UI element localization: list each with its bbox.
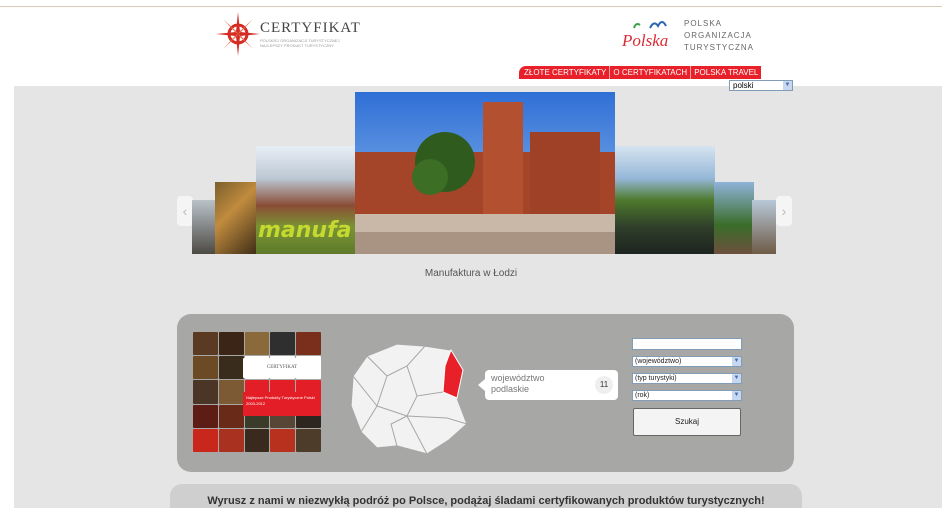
thumb bbox=[218, 380, 244, 404]
thumb-red-card: Najlepsze Produkty Turystyczne Polski 20… bbox=[243, 392, 321, 416]
carousel-photo[interactable] bbox=[752, 200, 776, 254]
carousel-photo[interactable] bbox=[714, 182, 754, 254]
thumb bbox=[218, 356, 244, 380]
carousel-photo[interactable] bbox=[215, 182, 259, 254]
thumb bbox=[218, 332, 244, 356]
region-select-value: (województwo) bbox=[635, 358, 682, 365]
carousel-prev-button[interactable]: ‹ bbox=[177, 196, 193, 226]
thumb bbox=[244, 428, 270, 452]
region-count-badge: 11 bbox=[595, 376, 613, 394]
search-button[interactable]: Szukaj bbox=[633, 408, 741, 436]
thumb bbox=[218, 428, 244, 452]
search-text-input[interactable] bbox=[632, 338, 742, 350]
region-select[interactable]: (województwo) ▼ bbox=[632, 356, 742, 367]
thumb bbox=[193, 332, 218, 356]
product-thumbnail-grid[interactable]: CERTYFIKAT Najlepsze Produkty Turystyczn… bbox=[193, 332, 321, 452]
search-form: (województwo) ▼ (typ turystyki) ▼ (rok) … bbox=[632, 338, 742, 436]
language-select-value: polski bbox=[733, 81, 754, 90]
year-select-value: (rok) bbox=[635, 392, 650, 399]
region-tooltip: województwo podlaskie 11 bbox=[478, 370, 618, 400]
carousel-photo-manufaktura-banner[interactable]: manufa bbox=[256, 146, 356, 254]
tourism-type-select[interactable]: (typ turystyki) ▼ bbox=[632, 373, 742, 384]
region-name-line: województwo bbox=[491, 373, 545, 383]
thumb bbox=[270, 332, 296, 356]
region-name: województwo podlaskie bbox=[491, 373, 545, 395]
manufaktura-photo bbox=[355, 92, 615, 254]
thumb bbox=[193, 380, 218, 404]
carousel-next-button[interactable]: › bbox=[776, 196, 792, 226]
thumb bbox=[218, 404, 244, 428]
thumb bbox=[296, 428, 321, 452]
carousel-caption: Manufaktura w Łodzi bbox=[424, 268, 518, 279]
search-panel: CERTYFIKAT Najlepsze Produkty Turystyczn… bbox=[177, 314, 794, 472]
thumb bbox=[193, 428, 218, 452]
chevron-down-icon: ▼ bbox=[732, 391, 741, 400]
chevron-down-icon: ▼ bbox=[732, 357, 741, 366]
thumb bbox=[244, 332, 270, 356]
thumb bbox=[193, 404, 218, 428]
language-select[interactable]: polski ▼ bbox=[729, 80, 793, 91]
manufa-sign: manufa bbox=[258, 218, 352, 243]
tagline: Wyrusz z nami w niezwykłą podróż po Pols… bbox=[170, 484, 802, 508]
thumb bbox=[270, 428, 296, 452]
chevron-down-icon: ▼ bbox=[783, 81, 792, 90]
photo-carousel: ‹ › manufa bbox=[0, 0, 942, 260]
carousel-photo[interactable] bbox=[615, 146, 715, 254]
region-name-line: podlaskie bbox=[491, 384, 530, 394]
thumb-brand-card: CERTYFIKAT bbox=[243, 358, 321, 378]
poland-map[interactable] bbox=[347, 336, 473, 456]
tourism-type-select-value: (typ turystyki) bbox=[635, 375, 677, 382]
chevron-down-icon: ▼ bbox=[732, 374, 741, 383]
thumb bbox=[193, 356, 218, 380]
thumb bbox=[296, 332, 321, 356]
tooltip-pointer bbox=[478, 379, 485, 391]
year-select[interactable]: (rok) ▼ bbox=[632, 390, 742, 401]
carousel-main-photo[interactable] bbox=[355, 92, 615, 254]
